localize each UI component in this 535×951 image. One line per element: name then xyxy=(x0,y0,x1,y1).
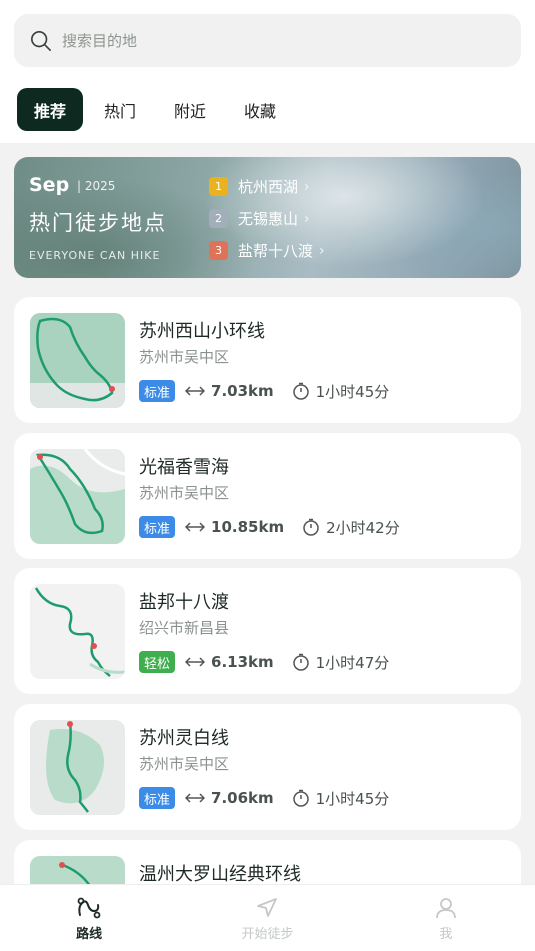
route-duration: 2小时42分 xyxy=(326,518,400,537)
search-placeholder: 搜索目的地 xyxy=(62,32,138,50)
chevron-right-icon: › xyxy=(304,210,310,227)
banner-subtitle: EVERYONE CAN HIKE xyxy=(29,249,161,262)
route-meta: 标准 7.03km 1小时45分 xyxy=(139,380,389,402)
route-distance: 7.03km xyxy=(211,382,274,400)
timer-icon xyxy=(292,382,309,400)
banner-year: 2025 xyxy=(77,179,116,193)
rank-item-1[interactable]: 1 杭州西湖 › xyxy=(209,176,310,197)
chevron-right-icon: › xyxy=(319,242,325,259)
distance-icon xyxy=(185,657,206,667)
bottom-nav: 路线 开始徒步 我 xyxy=(0,884,535,951)
route-meta: 标准 10.85km 2小时42分 xyxy=(139,516,400,538)
route-card[interactable]: 苏州灵白线 苏州市吴中区 标准 7.06km 1小时45分 xyxy=(14,704,521,830)
rank-name: 杭州西湖 xyxy=(238,178,299,196)
route-card[interactable]: 盐邦十八渡 绍兴市新昌县 轻松 6.13km 1小时47分 xyxy=(14,568,521,694)
nav-label: 路线 xyxy=(76,927,103,942)
user-icon xyxy=(435,898,456,919)
timer-icon xyxy=(303,518,319,536)
route-icon xyxy=(77,897,101,919)
timer-icon xyxy=(292,789,309,807)
hot-hikes-banner[interactable]: Sep 2025 热门徒步地点 EVERYONE CAN HIKE 1 杭州西湖… xyxy=(14,157,521,278)
route-card[interactable]: 光福香雪海 苏州市吴中区 标准 10.85km 2小时42分 xyxy=(14,433,521,559)
route-duration: 1小时45分 xyxy=(315,382,390,401)
chevron-right-icon: › xyxy=(304,178,310,195)
route-name: 苏州西山小环线 xyxy=(139,321,265,342)
nav-label: 我 xyxy=(439,927,453,942)
timer-icon xyxy=(292,653,309,671)
distance-icon xyxy=(185,522,206,532)
rank-name: 无锡惠山 xyxy=(238,210,299,228)
route-region: 苏州市吴中区 xyxy=(139,348,230,366)
route-duration: 1小时47分 xyxy=(315,653,390,672)
nav-me[interactable]: 我 xyxy=(357,885,535,951)
route-region: 绍兴市新昌县 xyxy=(139,619,230,637)
route-map-thumbnail xyxy=(30,720,125,815)
difficulty-badge: 标准 xyxy=(139,787,176,809)
distance-icon xyxy=(185,386,206,396)
tab-favorites[interactable]: 收藏 xyxy=(227,88,293,131)
route-map-thumbnail xyxy=(30,584,125,679)
category-tabs: 推荐 热门 附近 收藏 xyxy=(17,88,297,131)
route-distance: 10.85km xyxy=(211,518,285,536)
rank-name: 盐帮十八渡 xyxy=(238,242,314,260)
nav-start-hike[interactable]: 开始徒步 xyxy=(178,885,356,951)
rank-item-3[interactable]: 3 盐帮十八渡 › xyxy=(209,240,325,261)
route-meta: 标准 7.06km 1小时45分 xyxy=(139,787,389,809)
distance-icon xyxy=(185,793,206,803)
header: 搜索目的地 推荐 热门 附近 收藏 xyxy=(0,0,535,143)
rank-item-2[interactable]: 2 无锡惠山 › xyxy=(209,208,310,229)
rank-number: 3 xyxy=(209,241,228,260)
rank-number: 2 xyxy=(209,209,228,228)
rank-number: 1 xyxy=(209,177,228,196)
route-map-thumbnail xyxy=(30,313,125,408)
route-name: 光福香雪海 xyxy=(139,457,229,478)
search-icon xyxy=(31,30,51,51)
tab-recommended[interactable]: 推荐 xyxy=(17,88,84,131)
nav-label: 开始徒步 xyxy=(241,927,294,942)
difficulty-badge: 轻松 xyxy=(139,651,176,673)
route-distance: 7.06km xyxy=(211,789,274,807)
difficulty-badge: 标准 xyxy=(139,380,176,402)
route-meta: 轻松 6.13km 1小时47分 xyxy=(139,651,389,673)
route-card[interactable]: 苏州西山小环线 苏州市吴中区 标准 7.03km 1小时45分 xyxy=(14,297,521,423)
tab-nearby[interactable]: 附近 xyxy=(157,88,223,131)
route-name: 苏州灵白线 xyxy=(139,728,229,749)
banner-title: 热门徒步地点 xyxy=(29,211,167,235)
route-name: 盐邦十八渡 xyxy=(139,592,229,613)
route-map-thumbnail xyxy=(30,449,125,544)
search-bar[interactable]: 搜索目的地 xyxy=(14,14,521,67)
difficulty-badge: 标准 xyxy=(139,516,176,538)
route-region: 苏州市吴中区 xyxy=(139,484,230,502)
navigate-icon xyxy=(257,898,278,917)
route-name: 温州大罗山经典环线 xyxy=(139,864,301,885)
route-duration: 1小时45分 xyxy=(315,789,390,808)
tab-popular[interactable]: 热门 xyxy=(87,88,153,131)
nav-routes[interactable]: 路线 xyxy=(0,885,178,951)
route-region: 苏州市吴中区 xyxy=(139,755,230,773)
banner-month: Sep xyxy=(29,174,70,196)
route-distance: 6.13km xyxy=(211,653,274,671)
